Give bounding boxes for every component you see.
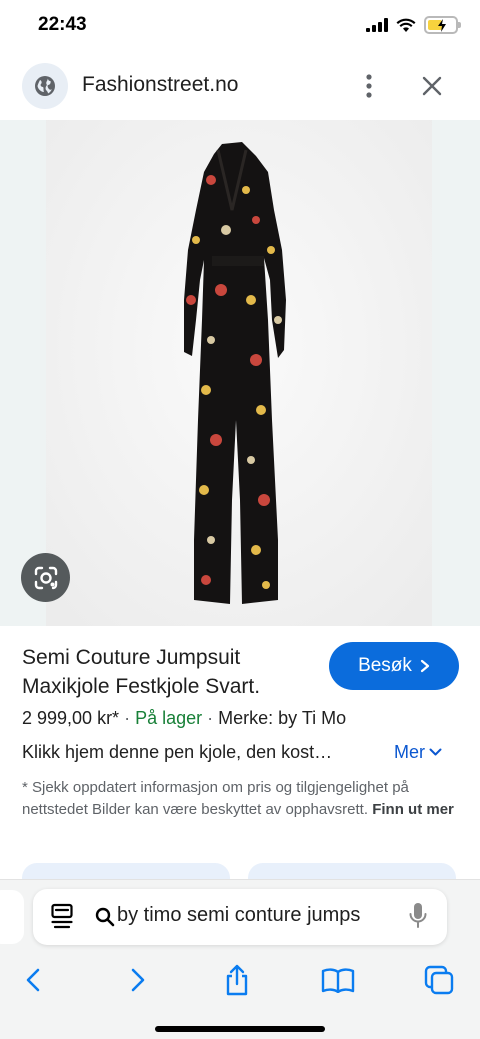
more-link[interactable]: Mer	[394, 742, 442, 763]
home-indicator[interactable]	[155, 1026, 325, 1032]
more-vertical-icon	[366, 74, 372, 98]
chevron-left-icon	[26, 968, 40, 992]
product-image[interactable]	[46, 120, 432, 626]
product-description: Klikk hjem denne pen kjole, den kost…	[22, 742, 333, 762]
browser-toolbar	[0, 958, 480, 1002]
product-price: 2 999,00 kr*	[22, 708, 120, 728]
more-link-label: Mer	[394, 742, 425, 762]
visit-button[interactable]: Besøk	[329, 642, 459, 690]
status-icons	[366, 16, 461, 34]
stock-status: På lager	[135, 708, 203, 728]
separator-dot: ·	[207, 708, 214, 728]
disclaimer-note: * Sjekk oppdatert informasjon om pris og…	[22, 777, 462, 821]
reader-icon[interactable]	[51, 903, 73, 929]
battery-icon	[424, 16, 461, 34]
browser-bottom-bar: by timo semi conture jumps	[0, 879, 480, 1039]
tabs-icon	[424, 965, 454, 995]
previous-tab-peek[interactable]	[0, 890, 24, 944]
share-button[interactable]	[215, 958, 259, 1002]
globe-icon	[22, 63, 68, 109]
address-bar[interactable]: by timo semi conture jumps	[33, 889, 447, 945]
search-icon	[95, 907, 115, 927]
separator-dot: ·	[124, 708, 131, 728]
microphone-icon[interactable]	[409, 902, 427, 930]
disclaimer-text: * Sjekk oppdatert informasjon om pris og…	[22, 779, 409, 818]
more-options-button[interactable]	[356, 68, 382, 104]
back-button[interactable]	[11, 958, 55, 1002]
lens-icon	[34, 566, 57, 589]
wifi-icon	[396, 18, 416, 32]
chevron-right-icon	[420, 659, 430, 673]
sheet-header: Fashionstreet.no	[0, 56, 480, 116]
close-icon	[422, 76, 442, 96]
status-bar: 22:43	[0, 0, 480, 54]
product-title[interactable]: Semi Couture Jumpsuit Maxikjole Festkjol…	[22, 643, 312, 701]
image-area	[0, 120, 480, 626]
status-time: 22:43	[38, 14, 87, 35]
product-brand: Merke: by Ti Mo	[218, 708, 347, 728]
product-meta: 2 999,00 kr* · På lager · Merke: by Ti Mo	[22, 708, 346, 729]
visit-button-label: Besøk	[358, 655, 412, 676]
chevron-down-icon	[429, 748, 442, 756]
lens-search-button[interactable]	[21, 553, 70, 602]
signal-icon	[366, 18, 388, 32]
book-icon	[321, 968, 355, 993]
learn-more-link[interactable]: Finn ut mer	[372, 801, 454, 818]
site-name[interactable]: Fashionstreet.no	[82, 73, 238, 97]
tabs-button[interactable]	[417, 958, 461, 1002]
bookmarks-button[interactable]	[316, 958, 360, 1002]
share-icon	[226, 964, 248, 996]
chevron-right-icon	[131, 968, 145, 992]
forward-button[interactable]	[116, 958, 160, 1002]
address-text[interactable]: by timo semi conture jumps	[117, 904, 395, 927]
close-button[interactable]	[414, 68, 450, 104]
